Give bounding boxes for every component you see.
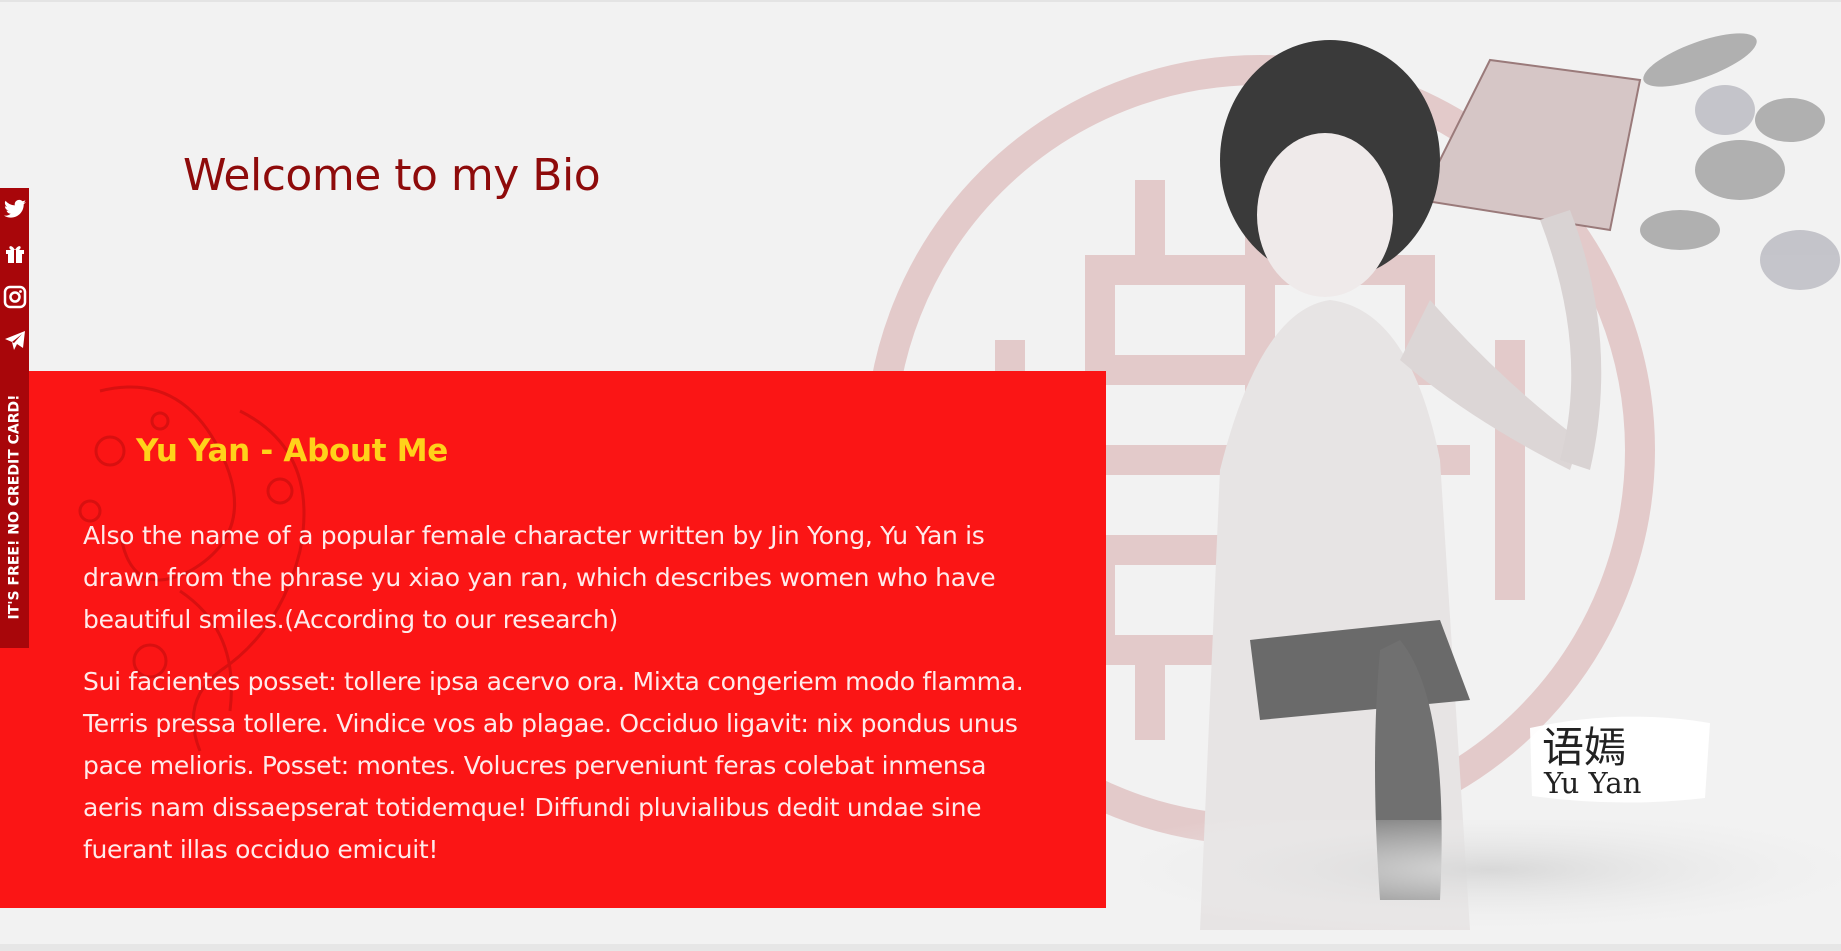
about-paragraph: Also the name of a popular female charac… [83, 521, 996, 634]
instagram-button[interactable] [0, 276, 29, 318]
twitter-icon [3, 199, 26, 218]
gift-button[interactable] [0, 232, 29, 274]
gift-icon [5, 246, 24, 263]
social-sidebar: IT'S FREE! NO CREDIT CARD! [0, 188, 29, 648]
instagram-icon [3, 285, 26, 309]
signature-block: 语嫣 Yu Yan [1520, 708, 1720, 808]
about-heading: Yu Yan - About Me [136, 433, 449, 469]
telegram-button[interactable] [0, 320, 29, 362]
woman-with-fan-illustration [1140, 33, 1841, 930]
signature-name: Yu Yan [1544, 766, 1642, 800]
about-panel: Yu Yan - About Me Also the name of a pop… [0, 371, 1106, 908]
page: 语嫣 Yu Yan Welcome to my Bio Yu Yan - Abo… [0, 0, 1841, 951]
promo-text: IT'S FREE! NO CREDIT CARD! [6, 394, 23, 620]
free-promo-label[interactable]: IT'S FREE! NO CREDIT CARD! [0, 366, 29, 648]
send-icon [4, 331, 25, 350]
twitter-button[interactable] [0, 188, 29, 230]
about-paragraph: Sui facientes posset: tollere ipsa acerv… [83, 667, 1024, 864]
bottom-divider [0, 944, 1841, 951]
page-title: Welcome to my Bio [183, 150, 601, 201]
